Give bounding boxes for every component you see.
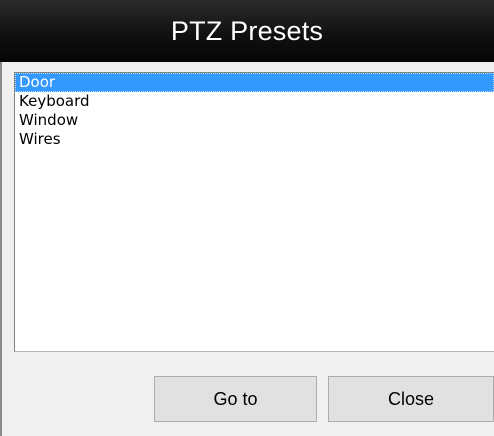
preset-item-door[interactable]: Door xyxy=(15,73,494,92)
ptz-presets-dialog: PTZ Presets Door Keyboard Window Wires G… xyxy=(0,0,494,436)
title-bar[interactable]: PTZ Presets xyxy=(0,0,494,62)
preset-item-window[interactable]: Window xyxy=(15,111,494,130)
dialog-title: PTZ Presets xyxy=(170,15,324,46)
go-to-button[interactable]: Go to xyxy=(154,376,317,422)
close-button[interactable]: Close xyxy=(328,376,494,422)
preset-item-wires[interactable]: Wires xyxy=(15,130,494,149)
preset-item-keyboard[interactable]: Keyboard xyxy=(15,92,494,111)
presets-listbox[interactable]: Door Keyboard Window Wires xyxy=(14,72,494,352)
window-left-border xyxy=(0,62,2,436)
